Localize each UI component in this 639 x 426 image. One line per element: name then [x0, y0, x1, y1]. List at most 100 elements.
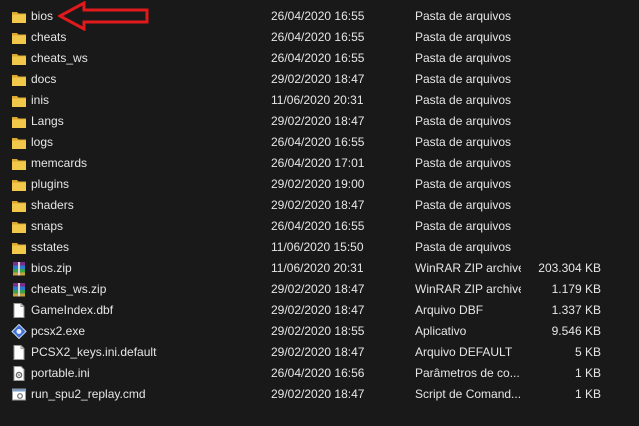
- file-date-modified: 29/02/2020 18:55: [271, 324, 365, 338]
- file-date-modified: 29/02/2020 19:00: [271, 177, 365, 191]
- file-date-modified: 11/06/2020 15:50: [271, 240, 364, 254]
- file-date-modified: 29/02/2020 18:47: [271, 72, 365, 86]
- file-type: Pasta de arquivos: [415, 93, 512, 107]
- file-type: Pasta de arquivos: [415, 156, 512, 170]
- file-type: Pasta de arquivos: [415, 30, 512, 44]
- folder-icon: [11, 177, 27, 192]
- file-row[interactable]: shaders 29/02/2020 18:47 Pasta de arquivos: [0, 195, 639, 216]
- file-row[interactable]: portable.ini 26/04/2020 16:56 Parâmetros d…: [0, 363, 639, 384]
- file-row[interactable]: plugins 29/02/2020 19:00 Pasta de arquivos: [0, 174, 639, 195]
- file-row[interactable]: memcards 26/04/2020 17:01 Pasta de arquivo…: [0, 153, 639, 174]
- file-date-modified: 26/04/2020 16:55: [271, 30, 365, 44]
- file-icon: [11, 345, 27, 360]
- folder-icon: [11, 30, 27, 45]
- file-type: Arquivo DEFAULT: [415, 345, 513, 359]
- file-name: memcards: [31, 156, 88, 170]
- file-date-modified: 11/06/2020 20:31: [271, 93, 364, 107]
- file-date-modified: 26/04/2020 16:55: [271, 135, 365, 149]
- file-row[interactable]: sstates 11/06/2020 15:50 Pasta de arquivos: [0, 237, 639, 258]
- red-arrow-annotation: [58, 1, 149, 31]
- file-list: bios 26/04/2020 16:55 Pasta de arquivos che…: [0, 6, 639, 405]
- file-date-modified: 11/06/2020 20:31: [271, 261, 364, 275]
- file-name: sstates: [31, 240, 70, 254]
- file-row[interactable]: run_spu2_replay.cmd 29/02/2020 18:47 Scrip…: [0, 384, 639, 405]
- file-type: WinRAR ZIP archive: [415, 282, 521, 296]
- file-icon: [11, 303, 27, 318]
- file-date-modified: 29/02/2020 18:47: [271, 198, 365, 212]
- file-name: inis: [31, 93, 50, 107]
- file-name: portable.ini: [31, 366, 90, 380]
- file-row[interactable]: snaps 26/04/2020 16:55 Pasta de arquivos: [0, 216, 639, 237]
- folder-icon: [11, 219, 27, 234]
- file-date-modified: 29/02/2020 18:47: [271, 387, 365, 401]
- file-type: Pasta de arquivos: [415, 177, 512, 191]
- folder-icon: [11, 135, 27, 150]
- winrar-zip-icon: [11, 282, 27, 297]
- file-row[interactable]: bios.zip 11/06/2020 20:31 WinRAR ZIP archi…: [0, 258, 639, 279]
- file-size: 203.304 KB: [538, 261, 601, 275]
- file-name: plugins: [31, 177, 70, 191]
- file-name: Langs: [31, 114, 64, 128]
- file-row[interactable]: cheats_ws.zip 29/02/2020 18:47 WinRAR ZIP …: [0, 279, 639, 300]
- file-row[interactable]: pcsx2.exe 29/02/2020 18:55 Aplicativo 9.546…: [0, 321, 639, 342]
- file-type: Pasta de arquivos: [415, 9, 512, 23]
- file-row[interactable]: PCSX2_keys.ini.default 29/02/2020 18:47 Ar…: [0, 342, 639, 363]
- file-type: Pasta de arquivos: [415, 114, 512, 128]
- file-date-modified: 26/04/2020 16:56: [271, 366, 365, 380]
- settings-file-icon: [11, 366, 27, 381]
- file-date-modified: 29/02/2020 18:47: [271, 282, 365, 296]
- file-date-modified: 26/04/2020 17:01: [271, 156, 365, 170]
- file-type: Parâmetros de co...: [415, 366, 520, 380]
- folder-icon: [11, 51, 27, 66]
- file-type: Pasta de arquivos: [415, 198, 512, 212]
- file-type: Pasta de arquivos: [415, 240, 512, 254]
- file-date-modified: 29/02/2020 18:47: [271, 114, 365, 128]
- file-row[interactable]: GameIndex.dbf 29/02/2020 18:47 Arquivo DBF…: [0, 300, 639, 321]
- file-row[interactable]: inis 11/06/2020 20:31 Pasta de arquivos: [0, 90, 639, 111]
- folder-icon: [11, 93, 27, 108]
- cmd-icon: [11, 387, 27, 402]
- folder-icon: [11, 198, 27, 213]
- file-name: bios: [31, 9, 54, 23]
- file-name: GameIndex.dbf: [31, 303, 114, 317]
- file-type: Aplicativo: [415, 324, 467, 338]
- folder-icon: [11, 9, 27, 24]
- file-size: 1.337 KB: [551, 303, 601, 317]
- file-type: Pasta de arquivos: [415, 219, 512, 233]
- file-name: bios.zip: [31, 261, 72, 275]
- file-name: cheats_ws: [31, 51, 88, 65]
- file-size: 1 KB: [574, 366, 601, 380]
- file-row[interactable]: docs 29/02/2020 18:47 Pasta de arquivos: [0, 69, 639, 90]
- file-date-modified: 29/02/2020 18:47: [271, 345, 365, 359]
- file-type: Pasta de arquivos: [415, 135, 512, 149]
- file-type: Script de Comand...: [415, 387, 521, 401]
- folder-icon: [11, 240, 27, 255]
- file-name: docs: [31, 72, 57, 86]
- file-size: 1 KB: [574, 387, 601, 401]
- file-size: 1.179 KB: [551, 282, 601, 296]
- file-date-modified: 26/04/2020 16:55: [271, 51, 365, 65]
- folder-icon: [11, 114, 27, 129]
- file-name: cheats_ws.zip: [31, 282, 107, 296]
- folder-icon: [11, 72, 27, 87]
- file-size: 9.546 KB: [551, 324, 601, 338]
- file-name: PCSX2_keys.ini.default: [31, 345, 157, 359]
- file-name: snaps: [31, 219, 64, 233]
- file-name: logs: [31, 135, 54, 149]
- file-size: 5 KB: [574, 345, 601, 359]
- file-row[interactable]: Langs 29/02/2020 18:47 Pasta de arquivos: [0, 111, 639, 132]
- file-row[interactable]: logs 26/04/2020 16:55 Pasta de arquivos: [0, 132, 639, 153]
- winrar-zip-icon: [11, 261, 27, 276]
- file-row[interactable]: cheats_ws 26/04/2020 16:55 Pasta de arquiv…: [0, 48, 639, 69]
- file-type: Arquivo DBF: [415, 303, 484, 317]
- folder-icon: [11, 156, 27, 171]
- file-name: shaders: [31, 198, 74, 212]
- file-name: run_spu2_replay.cmd: [31, 387, 146, 401]
- file-date-modified: 29/02/2020 18:47: [271, 303, 365, 317]
- file-type: WinRAR ZIP archive: [415, 261, 521, 275]
- file-date-modified: 26/04/2020 16:55: [271, 219, 365, 233]
- file-type: Pasta de arquivos: [415, 51, 512, 65]
- file-type: Pasta de arquivos: [415, 72, 512, 86]
- exe-icon: [11, 324, 27, 339]
- file-name: pcsx2.exe: [31, 324, 86, 338]
